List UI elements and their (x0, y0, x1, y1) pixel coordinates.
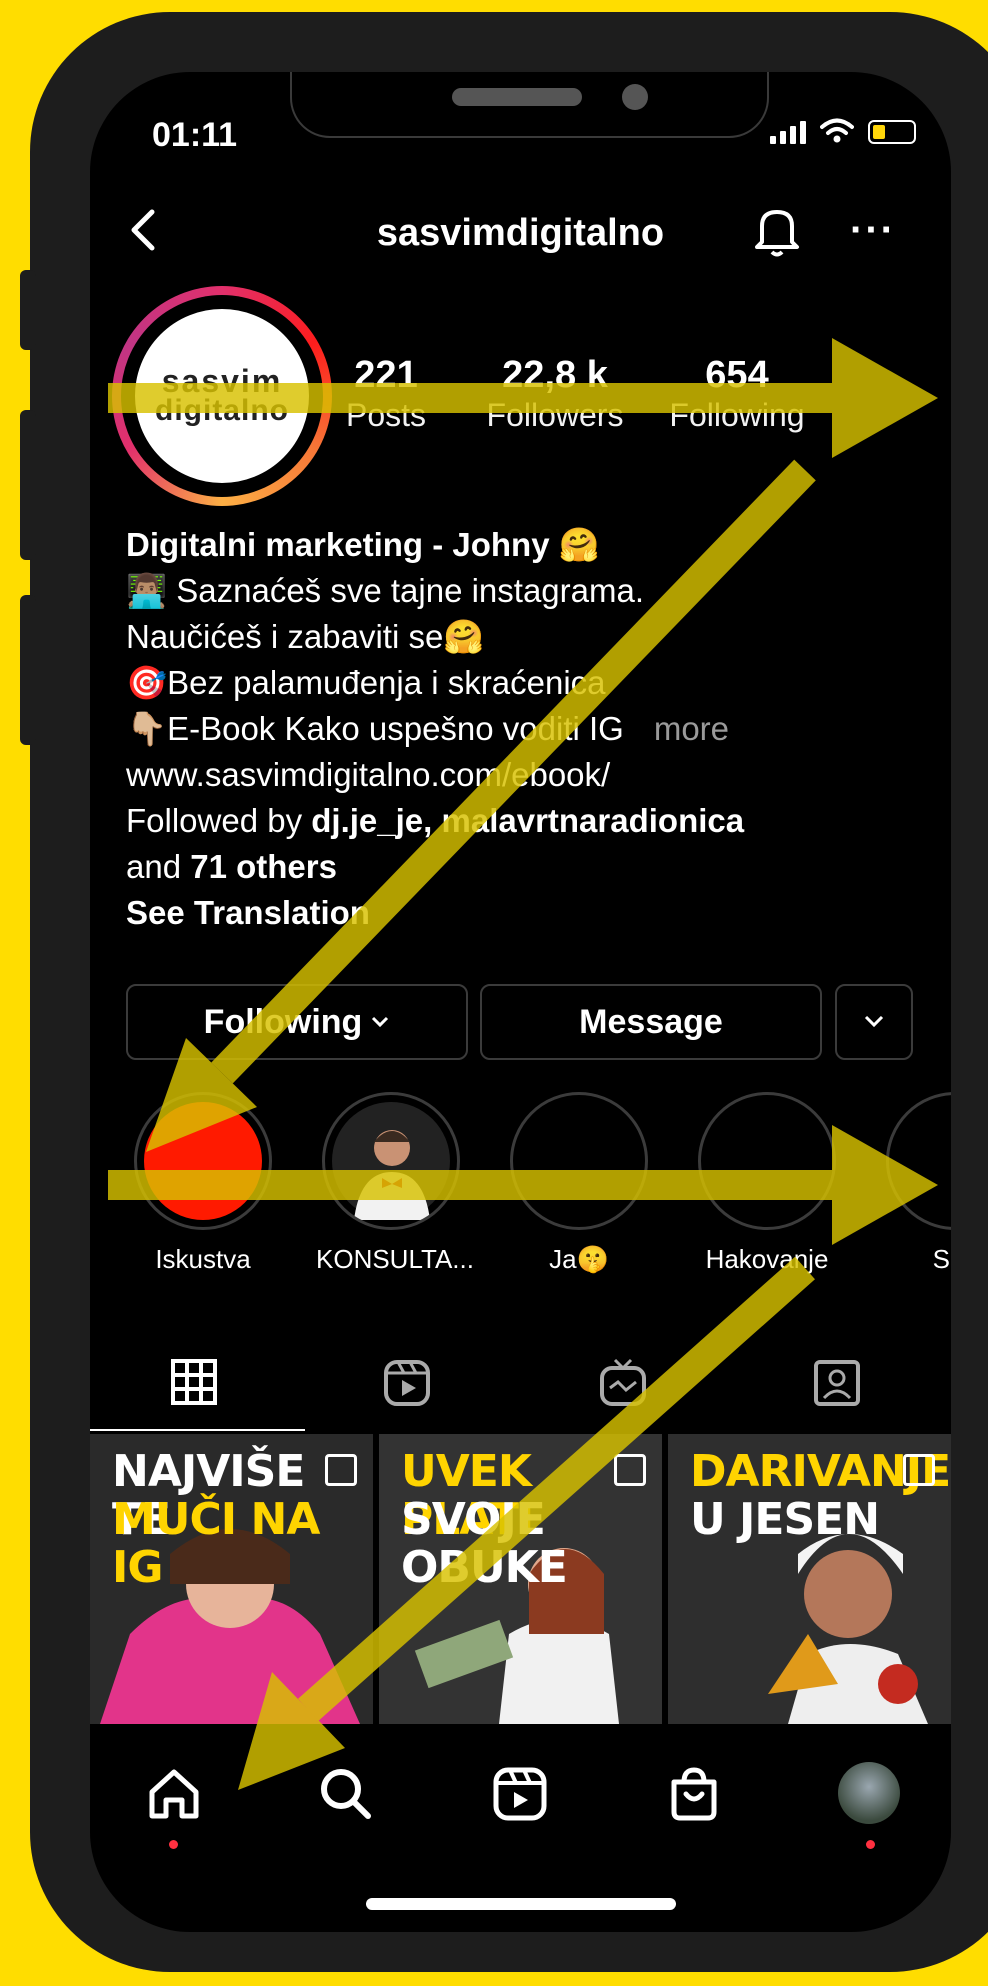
bio-line: 👇🏼E-Book Kako uspešno voditi IG (126, 710, 624, 747)
carousel-icon (325, 1454, 357, 1486)
avatar-logo-line2: digitalno (155, 394, 289, 427)
post-caption-line: OBUKE (401, 1542, 568, 1593)
highlight-cover (886, 1092, 951, 1230)
highlight-item[interactable]: Sav (880, 1092, 951, 1275)
profile-username: sasvimdigitalno (376, 212, 665, 254)
highlight-cover (134, 1092, 272, 1230)
search-icon[interactable] (314, 1762, 378, 1826)
message-button[interactable]: Message (480, 984, 822, 1060)
post-caption-line: MUČI NA IG (112, 1494, 320, 1593)
notification-bell-icon[interactable] (750, 200, 804, 260)
message-button-label: Message (579, 1002, 723, 1041)
reels-nav-icon[interactable] (488, 1762, 552, 1826)
highlight-item[interactable]: Hakovanje (692, 1092, 842, 1275)
highlight-item[interactable]: KONSULTA... (316, 1092, 474, 1275)
highlight-label: Hakovanje (705, 1244, 829, 1274)
avatar-logo-line1: sasvim (161, 363, 283, 399)
person-portrait-icon (332, 1102, 450, 1220)
carousel-icon (614, 1454, 646, 1486)
stat-followers[interactable]: 22,8 k Followers (470, 354, 640, 434)
shop-icon[interactable] (662, 1762, 726, 1826)
front-camera (622, 84, 648, 110)
volume-up-button (20, 410, 36, 560)
speaker (452, 88, 582, 106)
post-caption-line: U JESEN (690, 1494, 880, 1545)
home-icon[interactable] (142, 1762, 206, 1826)
bio-more-link[interactable]: more (654, 710, 729, 747)
profile-avatar[interactable]: sasvim digitalno (112, 286, 332, 506)
post-thumbnail[interactable]: NAJVIŠE TE MUČI NA IG (90, 1434, 373, 1724)
bio-line: 🎯Bez palamuđenja i skraćenica (126, 664, 606, 701)
grid-icon[interactable] (170, 1358, 218, 1406)
tagged-icon[interactable] (812, 1356, 862, 1408)
bio-line: 👨🏽‍💻 Saznaćeš sve tajne instagrama. (126, 572, 645, 609)
igtv-icon[interactable] (598, 1356, 648, 1408)
status-time: 01:11 (152, 116, 238, 154)
stat-posts-count: 221 (354, 354, 418, 396)
highlight-label: Sav (932, 1244, 951, 1274)
followed-by-and: and (126, 848, 191, 885)
followed-by-prefix: Followed by (126, 802, 312, 839)
stat-posts-label: Posts (345, 397, 427, 433)
highlight-label: Iskustva (155, 1244, 251, 1274)
followed-by-names[interactable]: dj.je_je, malavrtnaradionica (311, 802, 744, 839)
bio-line: Naučićeš i zabaviti se🤗 (126, 618, 485, 655)
chevron-down-icon (864, 1015, 884, 1028)
following-button-label: Following (203, 1002, 363, 1041)
home-notification-dot (169, 1840, 178, 1849)
stat-following[interactable]: 654 Following (652, 354, 822, 434)
wifi-icon (820, 118, 854, 143)
bio-website-link[interactable]: www.sasvimdigitalno.com/ebook/ (126, 752, 926, 798)
phone-screen: 01:11 sasvimdigitalno ··· sasvim digital… (90, 72, 951, 1932)
stat-posts[interactable]: 221 Posts (326, 354, 446, 434)
followed-by-others[interactable]: 71 others (190, 848, 337, 885)
mute-switch (20, 270, 36, 350)
suggested-accounts-button[interactable] (835, 984, 913, 1060)
more-options-icon[interactable]: ··· (850, 208, 896, 253)
profile-bio: Digitalni marketing - Johny 🤗 👨🏽‍💻 Sazna… (126, 522, 926, 936)
reels-icon[interactable] (382, 1358, 432, 1408)
stat-following-label: Following (669, 397, 805, 433)
post-caption-line: SVOJE (401, 1494, 546, 1545)
stat-following-count: 654 (705, 354, 769, 396)
bio-name: Digitalni marketing - Johny 🤗 (126, 526, 600, 563)
following-button[interactable]: Following (126, 984, 468, 1060)
profile-nav-avatar[interactable] (838, 1762, 900, 1824)
highlight-item[interactable]: Ja🤫 (504, 1092, 654, 1275)
highlight-label: Ja🤫 (549, 1244, 609, 1274)
battery-icon (868, 120, 916, 144)
chevron-down-icon (372, 1016, 389, 1028)
carousel-icon (903, 1454, 935, 1486)
profile-notification-dot (866, 1840, 875, 1849)
highlight-cover (698, 1092, 836, 1230)
highlight-label: KONSULTA... (316, 1244, 474, 1274)
active-tab-indicator (90, 1429, 305, 1431)
highlight-cover (510, 1092, 648, 1230)
status-icons (770, 118, 916, 144)
home-indicator[interactable] (366, 1898, 676, 1910)
see-translation-link[interactable]: See Translation (126, 890, 926, 936)
highlight-item[interactable]: Iskustva (128, 1092, 278, 1275)
post-thumbnail[interactable]: DARIVANJE U JESEN (668, 1434, 951, 1724)
notch (290, 72, 769, 138)
volume-down-button (20, 595, 36, 745)
stat-followers-label: Followers (486, 397, 624, 433)
stat-followers-count: 22,8 k (502, 354, 608, 396)
cellular-signal-icon (770, 120, 806, 144)
highlight-cover (322, 1092, 460, 1230)
post-thumbnail[interactable]: UVEK PLATI SVOJE OBUKE (379, 1434, 662, 1724)
